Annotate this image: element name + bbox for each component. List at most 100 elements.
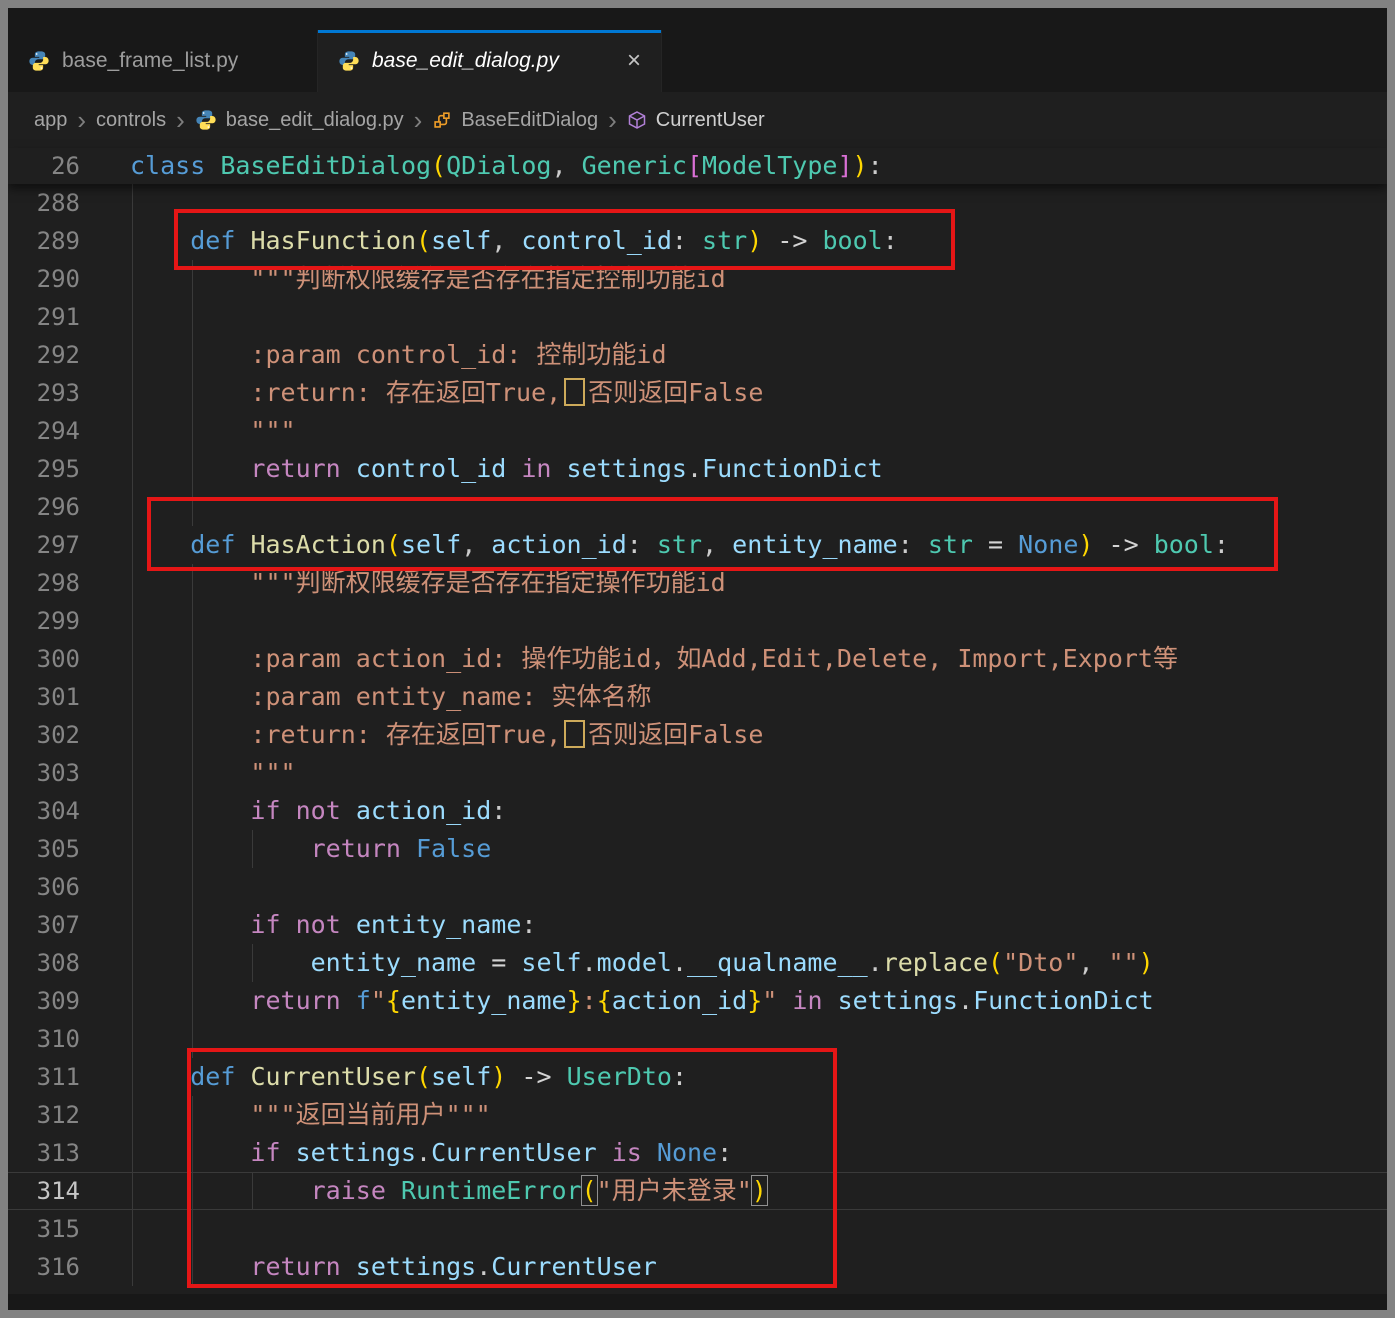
code-text: """返回当前用户""" [130, 1096, 491, 1134]
line-number[interactable]: 314 [8, 1172, 80, 1210]
code-line-306[interactable]: 306 [8, 868, 1387, 906]
breadcrumb-item-CurrentUser[interactable]: CurrentUser [627, 109, 765, 132]
code-text: return f"{entity_name}:{action_id}" in s… [130, 982, 1154, 1020]
code-line-289[interactable]: 289 def HasFunction(self, control_id: st… [8, 222, 1387, 260]
code-line-314[interactable]: 314 raise RuntimeError("用户未登录") [8, 1172, 1387, 1210]
code-text: raise RuntimeError("用户未登录") [130, 1172, 767, 1210]
code-text: def HasFunction(self, control_id: str) -… [130, 222, 898, 260]
bottom-strip [8, 1294, 1387, 1310]
chevron-right-icon: › [404, 110, 433, 130]
code-line-304[interactable]: 304 if not action_id: [8, 792, 1387, 830]
line-number[interactable]: 299 [8, 602, 80, 640]
breadcrumb-item-controls[interactable]: controls [96, 109, 166, 132]
code-line-299[interactable]: 299 [8, 602, 1387, 640]
code-line-297[interactable]: 297 def HasAction(self, action_id: str, … [8, 526, 1387, 564]
line-number[interactable]: 298 [8, 564, 80, 602]
code-line-316[interactable]: 316 return settings.CurrentUser [8, 1248, 1387, 1286]
bracket-match-highlight: ( [582, 1176, 597, 1205]
line-number[interactable]: 300 [8, 640, 80, 678]
tab-base_edit_dialog.py[interactable]: base_edit_dialog.py × [318, 30, 662, 92]
close-icon[interactable]: × [627, 49, 641, 73]
line-number[interactable]: 301 [8, 678, 80, 716]
line-number[interactable]: 292 [8, 336, 80, 374]
code-editor[interactable]: 288289 def HasFunction(self, control_id:… [8, 184, 1387, 1294]
breadcrumb-label: CurrentUser [656, 109, 765, 132]
line-number[interactable]: 312 [8, 1096, 80, 1134]
breadcrumb: app›controls›base_edit_dialog.py›BaseEdi… [8, 92, 1387, 148]
line-number[interactable]: 305 [8, 830, 80, 868]
line-number[interactable]: 297 [8, 526, 80, 564]
code-text: """ [130, 754, 296, 792]
code-line-309[interactable]: 309 return f"{entity_name}:{action_id}" … [8, 982, 1387, 1020]
line-number[interactable]: 303 [8, 754, 80, 792]
line-number[interactable]: 316 [8, 1248, 80, 1286]
python-icon [338, 50, 360, 72]
line-number[interactable]: 289 [8, 222, 80, 260]
tab-bar: base_frame_list.py base_edit_dialog.py × [8, 30, 1387, 92]
line-number[interactable]: 308 [8, 944, 80, 982]
line-number[interactable]: 294 [8, 412, 80, 450]
tab-label: base_edit_dialog.py [372, 49, 559, 73]
titlebar [8, 8, 1387, 30]
code-text: :param entity_name: 实体名称 [130, 678, 651, 716]
line-number[interactable]: 295 [8, 450, 80, 488]
line-number[interactable]: 307 [8, 906, 80, 944]
sticky-scroll-line[interactable]: 26 class BaseEditDialog(QDialog, Generic… [8, 148, 1387, 184]
code-line-300[interactable]: 300 :param action_id: 操作功能id，如Add,Edit,D… [8, 640, 1387, 678]
sticky-code-text: class BaseEditDialog(QDialog, Generic[Mo… [130, 148, 883, 184]
vscode-window: base_frame_list.py base_edit_dialog.py × a… [8, 8, 1387, 1310]
line-number[interactable]: 296 [8, 488, 80, 526]
code-line-302[interactable]: 302 :return: 存在返回True,否则返回False [8, 716, 1387, 754]
line-number[interactable]: 309 [8, 982, 80, 1020]
code-line-307[interactable]: 307 if not entity_name: [8, 906, 1387, 944]
code-text: return control_id in settings.FunctionDi… [130, 450, 883, 488]
line-number[interactable]: 302 [8, 716, 80, 754]
code-line-292[interactable]: 292 :param control_id: 控制功能id [8, 336, 1387, 374]
code-line-312[interactable]: 312 """返回当前用户""" [8, 1096, 1387, 1134]
code-line-303[interactable]: 303 """ [8, 754, 1387, 792]
chevron-right-icon: › [598, 110, 627, 130]
line-number[interactable]: 304 [8, 792, 80, 830]
code-text: return False [130, 830, 491, 868]
line-number[interactable]: 293 [8, 374, 80, 412]
code-line-311[interactable]: 311 def CurrentUser(self) -> UserDto: [8, 1058, 1387, 1096]
tab-label: base_frame_list.py [62, 49, 238, 73]
line-number[interactable]: 315 [8, 1210, 80, 1248]
code-line-290[interactable]: 290 """判断权限缓存是否存在指定控制功能id [8, 260, 1387, 298]
code-text: entity_name = self.model.__qualname__.re… [130, 944, 1154, 982]
code-text: if not action_id: [130, 792, 506, 830]
breadcrumb-item-app[interactable]: app [34, 109, 67, 132]
breadcrumb-item-base_edit_dialog.py[interactable]: base_edit_dialog.py [195, 109, 404, 132]
code-line-315[interactable]: 315 [8, 1210, 1387, 1248]
code-text: return settings.CurrentUser [130, 1248, 657, 1286]
code-line-305[interactable]: 305 return False [8, 830, 1387, 868]
code-line-293[interactable]: 293 :return: 存在返回True,否则返回False [8, 374, 1387, 412]
code-line-291[interactable]: 291 [8, 298, 1387, 336]
python-icon [28, 50, 50, 72]
breadcrumb-label: controls [96, 109, 166, 132]
code-text: """判断权限缓存是否存在指定操作功能id [130, 564, 726, 602]
line-number[interactable]: 290 [8, 260, 80, 298]
code-text: """判断权限缓存是否存在指定控制功能id [130, 260, 726, 298]
tab-base_frame_list.py[interactable]: base_frame_list.py [8, 30, 318, 92]
line-number[interactable]: 288 [8, 184, 80, 222]
line-number[interactable]: 291 [8, 298, 80, 336]
line-number[interactable]: 313 [8, 1134, 80, 1172]
line-number[interactable]: 311 [8, 1058, 80, 1096]
line-number[interactable]: 306 [8, 868, 80, 906]
code-line-308[interactable]: 308 entity_name = self.model.__qualname_… [8, 944, 1387, 982]
breadcrumb-item-BaseEditDialog[interactable]: BaseEditDialog [432, 109, 598, 132]
code-line-295[interactable]: 295 return control_id in settings.Functi… [8, 450, 1387, 488]
code-line-298[interactable]: 298 """判断权限缓存是否存在指定操作功能id [8, 564, 1387, 602]
code-line-310[interactable]: 310 [8, 1020, 1387, 1058]
code-text: def CurrentUser(self) -> UserDto: [130, 1058, 687, 1096]
code-line-288[interactable]: 288 [8, 184, 1387, 222]
code-text: :return: 存在返回True,否则返回False [130, 716, 763, 754]
code-text: :param control_id: 控制功能id [130, 336, 667, 374]
code-line-301[interactable]: 301 :param entity_name: 实体名称 [8, 678, 1387, 716]
breadcrumb-label: app [34, 109, 67, 132]
line-number[interactable]: 310 [8, 1020, 80, 1058]
code-line-313[interactable]: 313 if settings.CurrentUser is None: [8, 1134, 1387, 1172]
code-line-296[interactable]: 296 [8, 488, 1387, 526]
code-line-294[interactable]: 294 """ [8, 412, 1387, 450]
